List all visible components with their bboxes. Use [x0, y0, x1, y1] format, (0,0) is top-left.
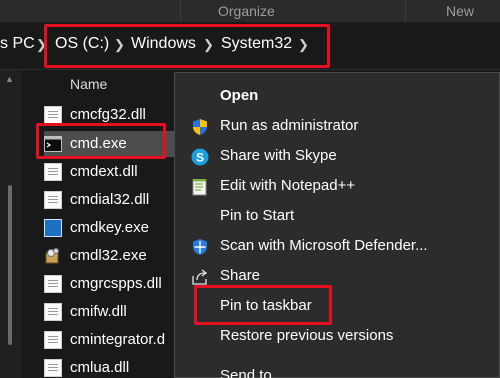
file-row[interactable]: cmdkey.exe: [44, 215, 179, 241]
menu-item-scan-with-defender[interactable]: Scan with Microsoft Defender...: [175, 231, 500, 261]
dll-file-icon: [44, 106, 62, 124]
pin-to-taskbar-highlight-box: [194, 285, 332, 325]
dll-file-icon: [44, 303, 62, 321]
share-icon: [191, 268, 209, 286]
ribbon-divider: [180, 0, 181, 22]
menu-item-send-to[interactable]: Send to: [175, 361, 500, 378]
breadcrumb-highlight-box: [44, 24, 330, 68]
menu-item-label: Share with Skype: [220, 147, 337, 164]
file-name: cmdial32.dll: [70, 191, 150, 208]
navigation-pane-scrollbar[interactable]: ▲: [0, 70, 22, 378]
cmd-exe-highlight-box: [36, 123, 166, 159]
file-name: cmintegrator.d: [70, 331, 166, 348]
setup-app-icon: [44, 247, 62, 265]
file-name: cmdext.dll: [70, 163, 138, 180]
file-name: cmlua.dll: [70, 359, 130, 376]
menu-item-label: Open: [220, 87, 259, 104]
file-row[interactable]: cmlua.dll: [44, 355, 179, 378]
menu-item-label: Pin to Start: [220, 207, 295, 224]
file-row[interactable]: cmintegrator.d: [44, 327, 179, 353]
organize-group-label[interactable]: Organize: [218, 3, 275, 19]
ribbon-bar: Organize New: [0, 0, 500, 22]
uac-shield-icon: [191, 118, 209, 136]
menu-item-open[interactable]: Open: [175, 81, 500, 111]
dll-file-icon: [44, 275, 62, 293]
menu-item-pin-to-start[interactable]: Pin to Start: [175, 201, 500, 231]
menu-item-share-with-skype[interactable]: S Share with Skype: [175, 141, 500, 171]
context-menu: Open Run as administrator S Share with S…: [174, 72, 500, 378]
file-row[interactable]: cmdl32.exe: [44, 243, 179, 269]
column-header-name[interactable]: Name: [70, 76, 107, 92]
file-row[interactable]: cmgrcspps.dll: [44, 271, 179, 297]
dll-file-icon: [44, 331, 62, 349]
menu-item-run-as-administrator[interactable]: Run as administrator: [175, 111, 500, 141]
file-row[interactable]: cmifw.dll: [44, 299, 179, 325]
menu-item-label: Run as administrator: [220, 117, 359, 134]
menu-item-label: Send to: [220, 367, 272, 378]
file-row[interactable]: cmdext.dll: [44, 159, 179, 185]
dll-file-icon: [44, 359, 62, 377]
notepad-plus-plus-icon: [191, 178, 209, 196]
menu-item-label: Edit with Notepad++: [220, 177, 356, 194]
menu-item-label: Share: [220, 267, 261, 284]
app-window-icon: [44, 219, 62, 237]
file-name: cmcfg32.dll: [70, 106, 146, 123]
menu-item-label: Restore previous versions: [220, 327, 394, 344]
file-name: cmifw.dll: [70, 303, 127, 320]
file-name: cmdkey.exe: [70, 219, 149, 236]
ribbon-divider: [405, 0, 406, 22]
menu-item-edit-with-notepad-plus-plus[interactable]: Edit with Notepad++: [175, 171, 500, 201]
scrollbar-thumb[interactable]: [8, 185, 12, 345]
file-row[interactable]: cmdial32.dll: [44, 187, 179, 213]
file-name: cmgrcspps.dll: [70, 275, 162, 292]
svg-text:S: S: [196, 151, 204, 165]
defender-shield-icon: [191, 238, 209, 256]
breadcrumb-this-pc[interactable]: s PC: [0, 35, 35, 53]
skype-icon: S: [191, 148, 209, 166]
dll-file-icon: [44, 163, 62, 181]
scroll-up-icon[interactable]: ▲: [5, 74, 14, 84]
dll-file-icon: [44, 191, 62, 209]
menu-item-restore-previous-versions[interactable]: Restore previous versions: [175, 321, 500, 351]
new-group-label[interactable]: New: [446, 3, 474, 19]
file-name: cmdl32.exe: [70, 247, 147, 264]
menu-item-label: Scan with Microsoft Defender...: [220, 237, 428, 254]
